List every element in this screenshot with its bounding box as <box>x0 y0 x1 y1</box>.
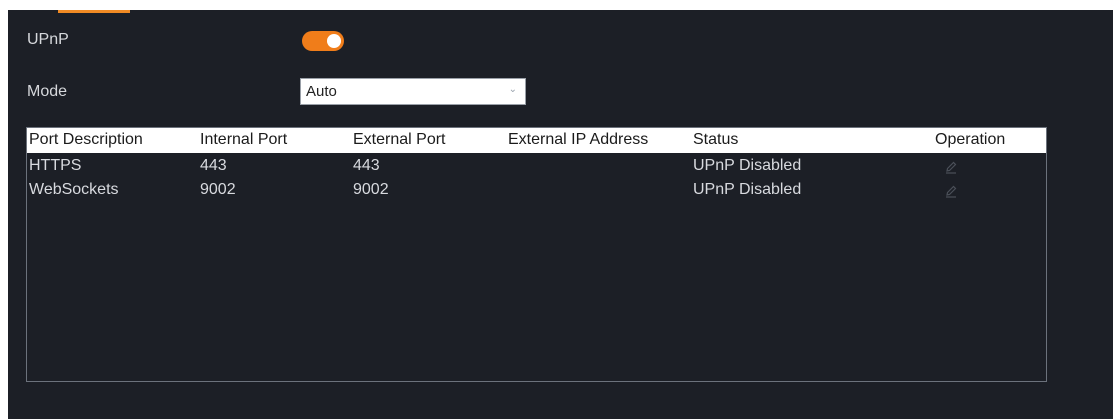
mode-select[interactable]: Auto ⌄ <box>300 78 526 105</box>
column-header-external-ip: External IP Address <box>508 131 649 148</box>
port-mapping-table: Port Description Internal Port External … <box>26 127 1047 382</box>
table-row: HTTPS 443 443 UPnP Disabled <box>27 156 1046 178</box>
internal-port: 443 <box>200 157 227 174</box>
edit-icon[interactable] <box>944 160 958 174</box>
column-header-internal-port: Internal Port <box>200 131 288 148</box>
port-description: WebSockets <box>29 181 119 198</box>
upnp-label: UPnP <box>27 31 69 48</box>
table-row: WebSockets 9002 9002 UPnP Disabled <box>27 180 1046 202</box>
port-description: HTTPS <box>29 157 82 174</box>
external-port: 9002 <box>353 181 389 198</box>
internal-port: 9002 <box>200 181 236 198</box>
mode-label: Mode <box>27 83 68 100</box>
upnp-settings-panel: UPnP Mode Auto ⌄ Port Description Intern… <box>8 10 1113 419</box>
column-header-status: Status <box>693 131 739 148</box>
chevron-down-icon: ⌄ <box>508 84 517 95</box>
status: UPnP Disabled <box>693 157 802 174</box>
column-header-external-port: External Port <box>353 131 446 148</box>
column-header-port-description: Port Description <box>29 131 143 148</box>
toggle-knob <box>327 34 341 48</box>
external-port: 443 <box>353 157 380 174</box>
column-header-operation: Operation <box>935 131 1006 148</box>
status: UPnP Disabled <box>693 181 802 198</box>
edit-icon[interactable] <box>944 184 958 198</box>
active-tab-indicator <box>58 10 130 13</box>
upnp-toggle[interactable] <box>302 31 344 51</box>
table-header: Port Description Internal Port External … <box>27 128 1046 153</box>
mode-select-value: Auto <box>306 83 337 100</box>
